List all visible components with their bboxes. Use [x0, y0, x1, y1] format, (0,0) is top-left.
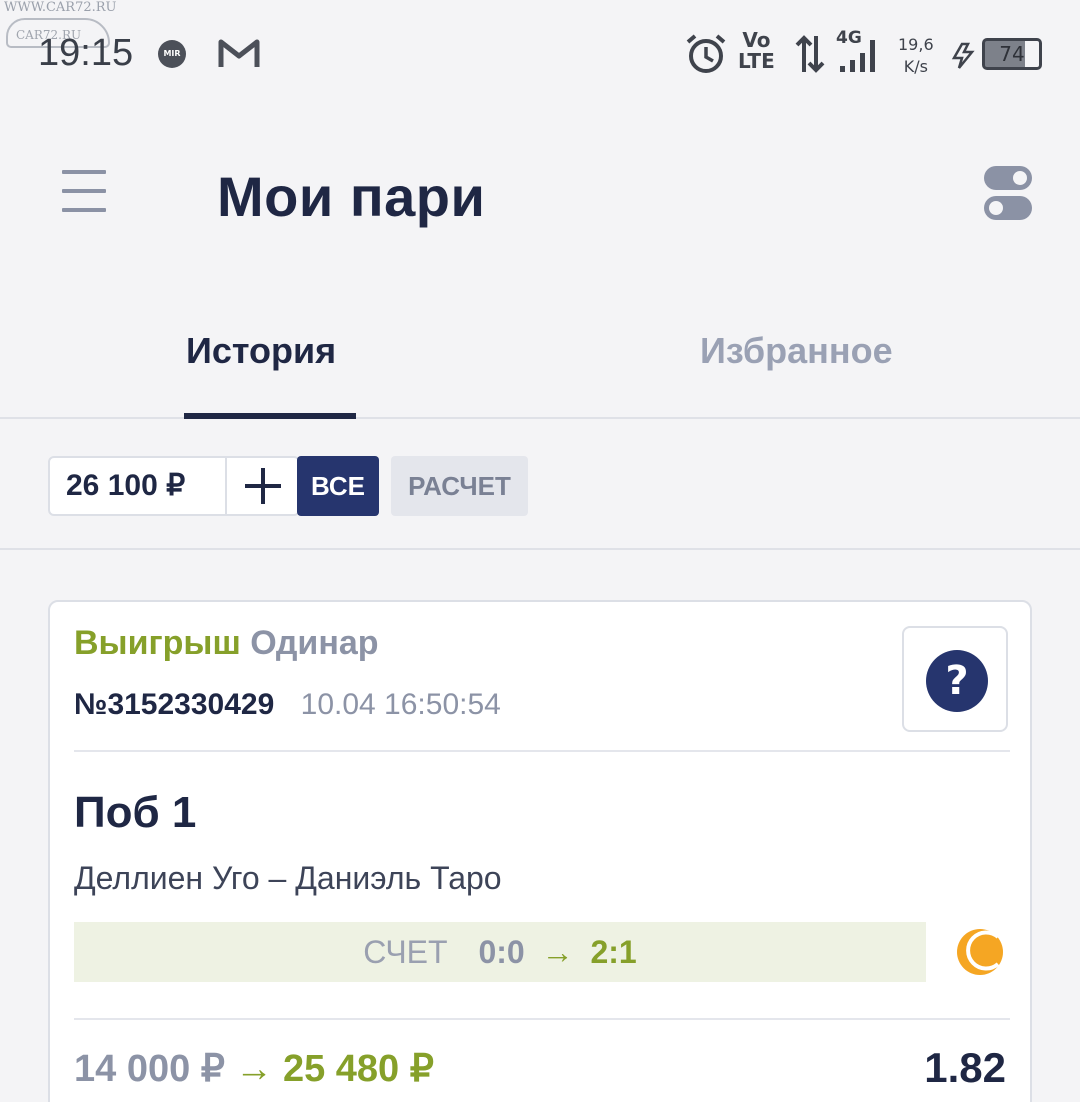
add-funds-button[interactable] [227, 458, 298, 514]
tabs-divider [0, 417, 1080, 419]
page-title: Мои пари [217, 165, 486, 228]
score-bar: СЧЕТ 0:0 → 2:1 [74, 922, 926, 982]
bet-meta: №3152330429 10.04 16:50:54 [74, 688, 501, 722]
stake-amount: 14 000 ₽ [74, 1048, 225, 1090]
mir-icon: MIR [158, 40, 186, 68]
balance-box: 26 100 ₽ [48, 456, 300, 516]
tennis-icon [957, 929, 1003, 975]
settings-toggle-icon[interactable] [984, 166, 1032, 220]
volte-indicator: Vo LTE [738, 30, 775, 72]
card-divider [74, 1018, 1010, 1020]
bet-odds: 1.82 [924, 1044, 1006, 1091]
card-divider [74, 750, 1010, 752]
battery-level: 74 [999, 42, 1025, 66]
signal-icon [840, 40, 875, 72]
score-arrow: → [541, 934, 574, 970]
watermark-text: WWW.CAR72.RU [4, 0, 117, 15]
bet-amounts: 14 000 ₽ → 25 480 ₽ [74, 1046, 434, 1091]
payout-amount: 25 480 ₽ [282, 1048, 434, 1090]
bet-datetime: 10.04 16:50:54 [300, 688, 501, 721]
speed-unit: K/s [903, 57, 928, 76]
bet-number: №3152330429 [74, 688, 275, 721]
alarm-icon [686, 34, 726, 73]
bet-result: Выигрыш [74, 624, 241, 662]
speed-value: 19,6 [898, 35, 934, 54]
balance-value: 26 100 ₽ [50, 458, 227, 514]
amount-arrow: → [234, 1048, 273, 1090]
filter-settlement-button[interactable]: РАСЧЕТ [391, 456, 528, 516]
menu-icon[interactable] [62, 170, 106, 212]
help-icon: ? [926, 650, 988, 712]
filter-all-button[interactable]: ВСЕ [297, 456, 379, 516]
filter-divider [0, 548, 1080, 550]
match-name[interactable]: Деллиен Уго – Даниэль Таро [74, 860, 502, 897]
score-from: 0:0 [478, 934, 525, 970]
bet-card[interactable]: Выигрыш Одинар №3152330429 10.04 16:50:5… [48, 600, 1032, 1102]
bet-status: Выигрыш Одинар [74, 624, 379, 663]
score-to: 2:1 [590, 934, 637, 970]
active-tab-indicator [184, 413, 356, 419]
gmail-icon [218, 39, 260, 67]
tab-history[interactable]: История [186, 330, 336, 372]
status-time: 19:15 [38, 32, 134, 74]
data-transfer-icon [795, 35, 825, 73]
battery-icon: 74 [982, 38, 1042, 70]
tab-favorites[interactable]: Избранное [700, 330, 893, 372]
volte-bottom: LTE [738, 49, 775, 73]
network-speed: 19,6 K/s [898, 34, 934, 78]
bet-kind: Одинар [250, 624, 379, 662]
help-button[interactable]: ? [902, 626, 1008, 732]
volte-top: Vo [742, 28, 771, 52]
score-label: СЧЕТ [363, 934, 448, 970]
bet-outcome: Поб 1 [74, 788, 197, 837]
charging-icon [951, 42, 975, 69]
